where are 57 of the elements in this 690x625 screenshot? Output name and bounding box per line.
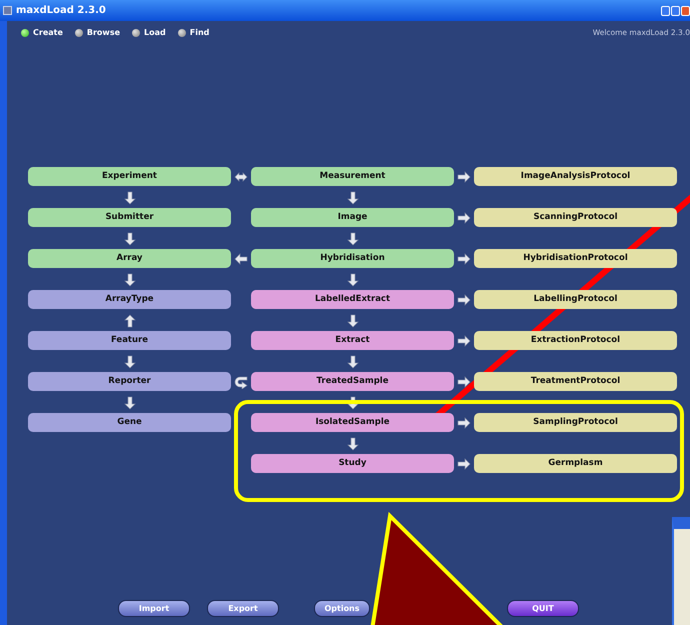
entity-node[interactable]: Reporter xyxy=(28,372,231,391)
arrow-right-icon xyxy=(457,211,471,225)
entity-node[interactable]: Experiment xyxy=(28,167,231,186)
arrow-down-icon xyxy=(346,354,360,368)
entity-node[interactable]: Submitter xyxy=(28,208,231,227)
entity-node[interactable]: LabelledExtract xyxy=(251,290,454,309)
entity-node[interactable]: TreatedSample xyxy=(251,372,454,391)
arrow-right-icon xyxy=(457,252,471,266)
arrow-down-icon xyxy=(346,314,360,328)
mode-button[interactable]: Browse xyxy=(74,27,120,39)
arrow-right-icon xyxy=(457,293,471,307)
arrow-down-icon xyxy=(346,272,360,286)
app-icon xyxy=(3,6,12,15)
arrow-right-icon xyxy=(457,334,471,348)
entity-node[interactable]: Gene xyxy=(28,413,231,432)
arrow-right-icon xyxy=(457,375,471,389)
mode-button[interactable]: Create xyxy=(21,27,63,39)
entity-node[interactable]: ArrayType xyxy=(28,290,231,309)
entity-node[interactable]: Study xyxy=(251,454,454,473)
arrow-left-icon xyxy=(234,252,248,266)
close-button[interactable] xyxy=(681,6,690,16)
arrow-down-icon xyxy=(122,396,136,410)
arrow-right-icon xyxy=(457,457,471,471)
entity-node[interactable]: HybridisationProtocol xyxy=(474,249,677,268)
arrow-down-icon xyxy=(122,232,136,246)
entity-node[interactable]: ImageAnalysisProtocol xyxy=(474,167,677,186)
entity-node[interactable]: ExtractionProtocol xyxy=(474,331,677,350)
entity-node[interactable]: LabellingProtocol xyxy=(474,290,677,309)
entity-node[interactable]: SamplingProtocol xyxy=(474,413,677,432)
entity-node[interactable]: ScanningProtocol xyxy=(474,208,677,227)
window-title: maxdLoad 2.3.0 xyxy=(16,4,106,18)
entity-node[interactable]: Germplasm xyxy=(474,454,677,473)
entity-node[interactable]: TreatmentProtocol xyxy=(474,372,677,391)
arrow-right-icon xyxy=(457,170,471,184)
maximize-button[interactable] xyxy=(671,6,680,16)
arrow-down-icon xyxy=(122,272,136,286)
entity-node[interactable]: Image xyxy=(251,208,454,227)
arrow-down-icon xyxy=(346,232,360,246)
curved-arrow-icon xyxy=(234,375,248,389)
minimize-button[interactable] xyxy=(661,6,670,16)
quit-button[interactable]: QUIT xyxy=(507,600,579,617)
entity-node[interactable]: Measurement xyxy=(251,167,454,186)
double-arrow-icon xyxy=(234,170,248,184)
entity-node[interactable]: Array xyxy=(28,249,231,268)
arrow-down-icon xyxy=(122,190,136,204)
arrow-right-icon xyxy=(457,416,471,430)
arrow-down-icon xyxy=(346,436,360,450)
arrow-down-icon xyxy=(122,354,136,368)
entity-node[interactable]: Hybridisation xyxy=(251,249,454,268)
entity-node[interactable]: Extract xyxy=(251,331,454,350)
mode-button[interactable]: Find xyxy=(178,27,210,39)
arrow-down-icon xyxy=(346,190,360,204)
arrow-down-icon xyxy=(346,396,360,410)
entity-node[interactable]: IsolatedSample xyxy=(251,413,454,432)
arrow-up-icon xyxy=(122,314,136,328)
mode-button[interactable]: Load xyxy=(132,27,166,39)
entity-node[interactable]: Feature xyxy=(28,331,231,350)
